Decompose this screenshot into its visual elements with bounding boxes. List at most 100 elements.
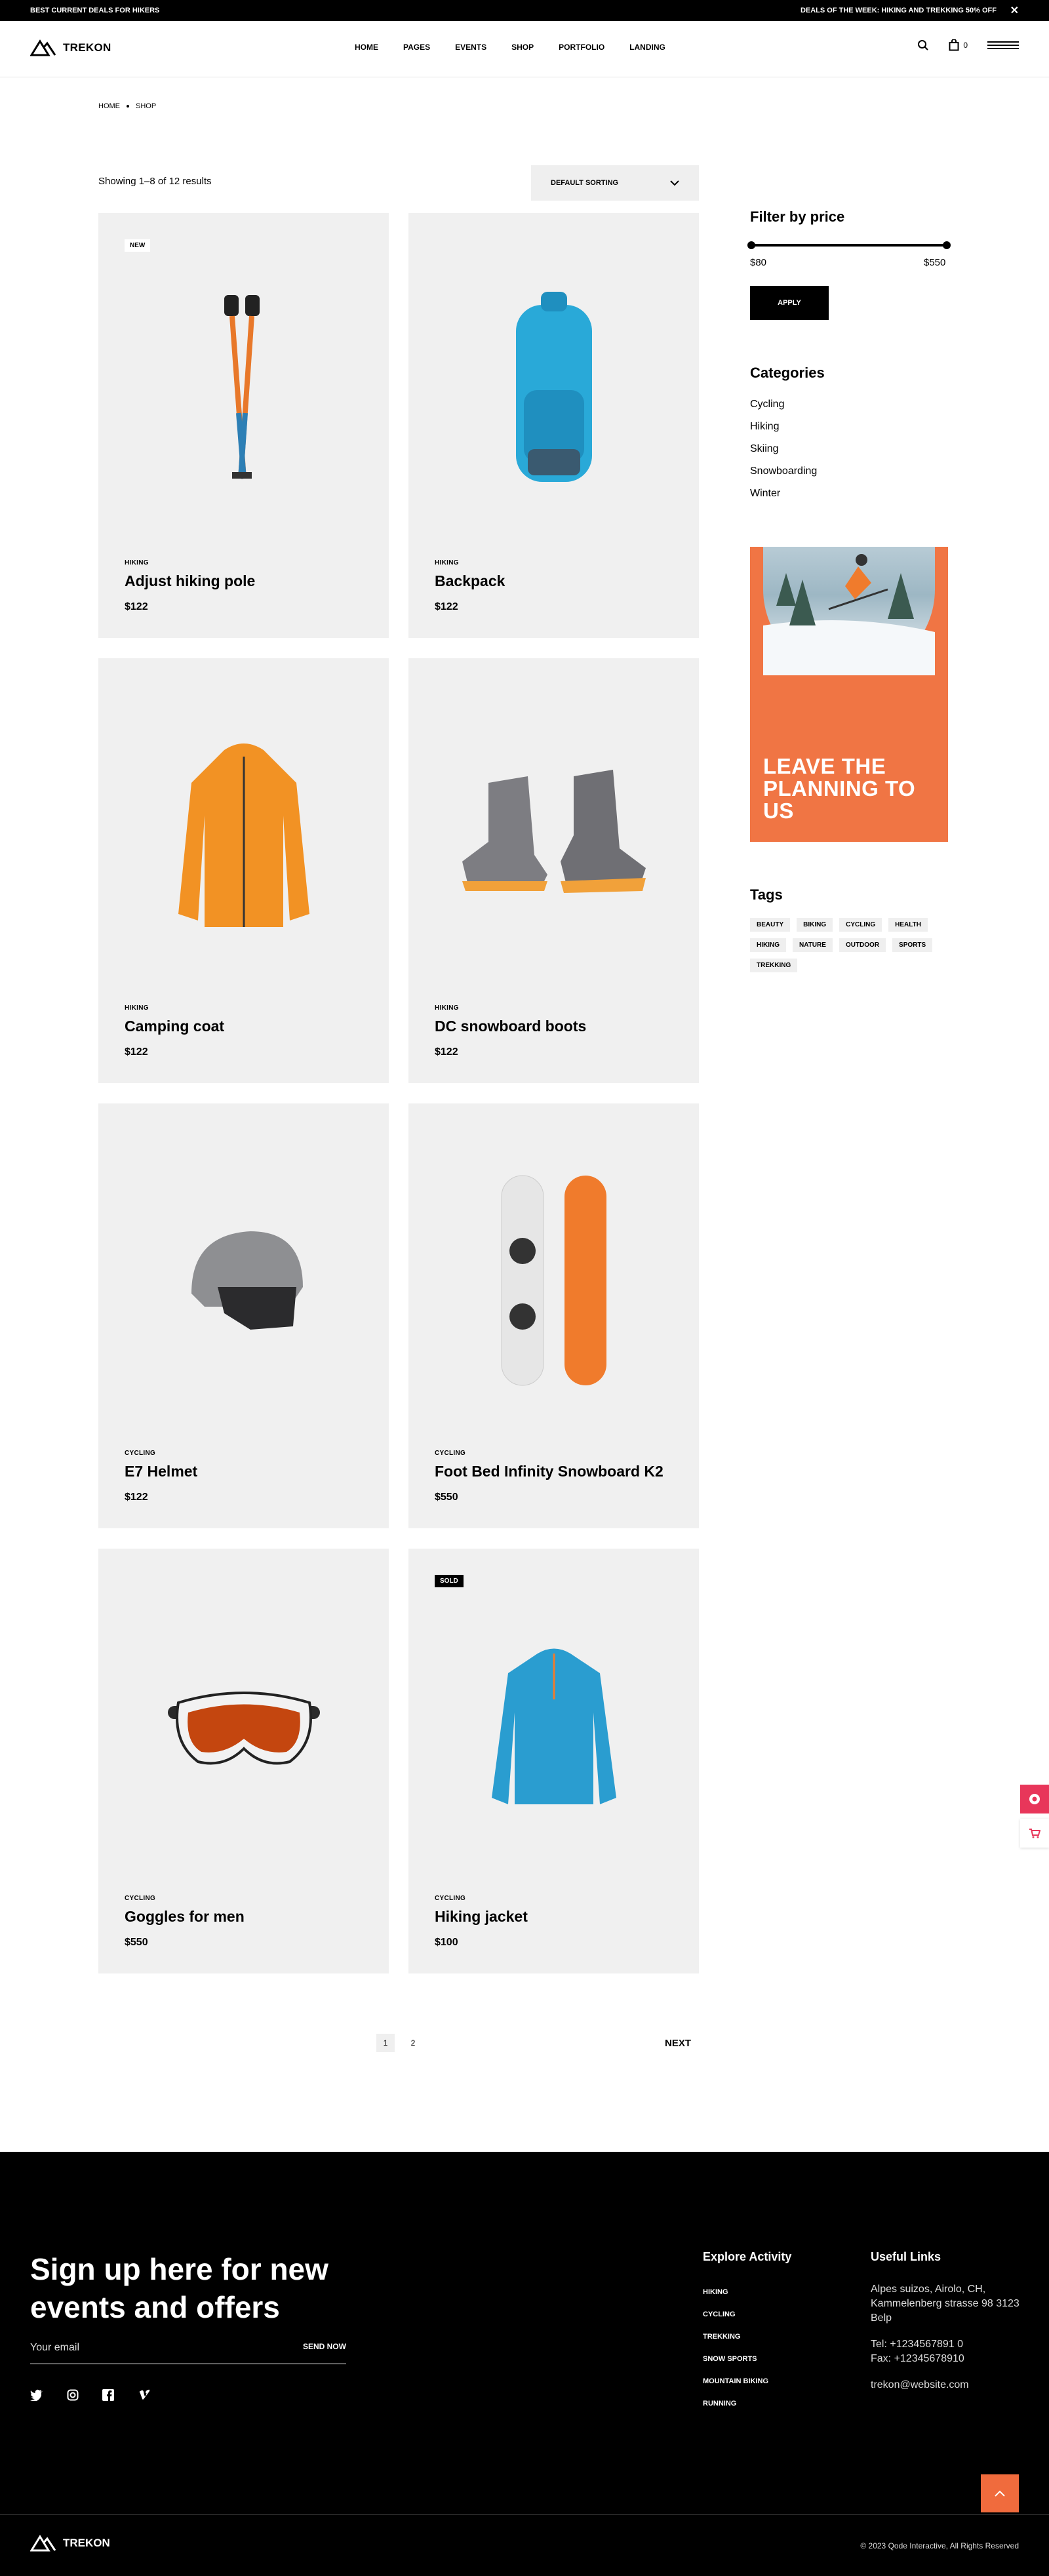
product-card[interactable]: CYCLING E7 Helmet $122 (98, 1103, 389, 1528)
useful-title: Useful Links (871, 2250, 941, 2263)
category-snowboarding[interactable]: Snowboarding (750, 460, 817, 483)
tag-sports[interactable]: SPORTS (892, 938, 933, 952)
product-image[interactable] (125, 684, 363, 986)
nav-pages[interactable]: PAGES (403, 43, 430, 52)
price-max: $550 (924, 257, 946, 268)
result-count: Showing 1–8 of 12 results (98, 176, 212, 187)
send-button[interactable]: SEND NOW (303, 2342, 346, 2351)
product-card[interactable]: HIKING DC snowboard boots $122 (408, 658, 699, 1083)
product-card[interactable]: CYCLING Goggles for men $550 (98, 1549, 389, 1973)
chevron-up-icon (995, 2490, 1005, 2497)
explore-trekking[interactable]: TREKKING (703, 2326, 791, 2348)
announcement-right[interactable]: DEALS OF THE WEEK: HIKING AND TREKKING 5… (801, 7, 997, 14)
nav-events[interactable]: EVENTS (455, 43, 486, 52)
scroll-to-top-button[interactable] (981, 2474, 1019, 2512)
product-card[interactable]: SOLD CYCLING Hiking jacket $100 (408, 1549, 699, 1973)
nav-home[interactable]: HOME (355, 43, 378, 52)
product-name[interactable]: Backpack (435, 572, 505, 590)
tag-cloud: BEAUTY BIKING CYCLING HEALTH HIKING NATU… (750, 918, 953, 972)
explore-title: Explore Activity (703, 2250, 792, 2263)
tag-trekking[interactable]: TREKKING (750, 959, 798, 972)
menu-icon[interactable] (987, 41, 1019, 49)
category-winter[interactable]: Winter (750, 483, 817, 505)
product-card[interactable]: CYCLING Foot Bed Infinity Snowboard K2 $… (408, 1103, 699, 1528)
product-image[interactable] (435, 239, 673, 541)
promo-banner[interactable]: LEAVE THE PLANNING TO US (750, 547, 948, 842)
product-card[interactable]: HIKING Backpack $122 (408, 213, 699, 638)
header-actions: 0 (917, 39, 1019, 51)
product-category[interactable]: CYCLING (435, 1450, 465, 1457)
product-name[interactable]: Adjust hiking pole (125, 572, 255, 590)
sort-label: DEFAULT SORTING (551, 179, 619, 187)
product-image[interactable] (435, 684, 673, 986)
categories-title: Categories (750, 365, 825, 381)
breadcrumb-separator (127, 105, 129, 108)
next-page-button[interactable]: NEXT (665, 2038, 691, 2049)
product-category[interactable]: CYCLING (125, 1450, 155, 1457)
cart-button[interactable]: 0 (949, 39, 968, 51)
tag-biking[interactable]: BIKING (797, 918, 833, 932)
tag-outdoor[interactable]: OUTDOOR (839, 938, 886, 952)
twitter-icon[interactable] (30, 2389, 43, 2401)
email-field[interactable]: Your email SEND NOW (30, 2342, 346, 2364)
product-category[interactable]: HIKING (435, 559, 459, 566)
category-cycling[interactable]: Cycling (750, 393, 817, 416)
useful-links-column: Useful Links Alpes suizos, Airolo, CH, K… (871, 2250, 1028, 2392)
product-card[interactable]: NEW HIKING Adjust hiking pole $122 (98, 213, 389, 638)
cart-float-icon[interactable] (1020, 1819, 1049, 1848)
product-category[interactable]: HIKING (125, 559, 149, 566)
product-image[interactable] (125, 239, 363, 541)
tag-beauty[interactable]: BEAUTY (750, 918, 791, 932)
product-category[interactable]: CYCLING (125, 1895, 155, 1902)
sort-select[interactable]: DEFAULT SORTING (531, 165, 699, 201)
top-announcement-bar: BEST CURRENT DEALS FOR HIKERS DEALS OF T… (0, 0, 1049, 21)
facebook-icon[interactable] (102, 2389, 114, 2401)
nav-portfolio[interactable]: PORTFOLIO (559, 43, 604, 52)
explore-snow-sports[interactable]: SNOW SPORTS (703, 2348, 791, 2370)
product-name[interactable]: Hiking jacket (435, 1908, 528, 1926)
product-name[interactable]: DC snowboard boots (435, 1018, 586, 1035)
goggles-icon (167, 1692, 320, 1765)
logo[interactable]: TREKON (30, 39, 111, 56)
breadcrumb-home[interactable]: HOME (98, 102, 120, 110)
price-filter-title: Filter by price (750, 208, 845, 225)
explore-hiking[interactable]: HIKING (703, 2281, 791, 2303)
page-2-button[interactable]: 2 (404, 2034, 422, 2052)
vimeo-icon[interactable] (138, 2389, 151, 2401)
product-name[interactable]: Camping coat (125, 1018, 224, 1035)
product-image[interactable] (125, 1130, 363, 1431)
explore-running[interactable]: RUNNING (703, 2392, 791, 2415)
explore-mountain-biking[interactable]: MOUNTAIN BIKING (703, 2370, 791, 2392)
product-image[interactable] (435, 1130, 673, 1431)
mountain-logo-icon (30, 2535, 56, 2552)
product-name[interactable]: Goggles for men (125, 1908, 245, 1926)
category-skiing[interactable]: Skiing (750, 438, 817, 460)
tag-cycling[interactable]: CYCLING (839, 918, 882, 932)
help-icon[interactable] (1020, 1785, 1049, 1813)
explore-cycling[interactable]: CYCLING (703, 2303, 791, 2326)
shopping-bag-icon (949, 39, 959, 51)
search-icon[interactable] (917, 39, 929, 51)
page-1-button[interactable]: 1 (376, 2034, 395, 2052)
product-category[interactable]: CYCLING (435, 1895, 465, 1902)
nav-landing[interactable]: LANDING (629, 43, 665, 52)
instagram-icon[interactable] (67, 2389, 79, 2401)
product-card[interactable]: HIKING Camping coat $122 (98, 658, 389, 1083)
tag-nature[interactable]: NATURE (793, 938, 833, 952)
nav-shop[interactable]: SHOP (511, 43, 534, 52)
email-link[interactable]: trekon@website.com (871, 2378, 1028, 2392)
close-icon[interactable]: ✕ (1010, 4, 1019, 17)
product-name[interactable]: E7 Helmet (125, 1463, 197, 1480)
category-hiking[interactable]: Hiking (750, 416, 817, 438)
product-category[interactable]: HIKING (435, 1004, 459, 1012)
product-category[interactable]: HIKING (125, 1004, 149, 1012)
tag-hiking[interactable]: HIKING (750, 938, 786, 952)
apply-button[interactable]: APPLY (750, 286, 829, 320)
tag-health[interactable]: HEALTH (888, 918, 928, 932)
telephone[interactable]: Tel: +1234567891 0 (871, 2337, 1028, 2352)
footer-logo[interactable]: TREKON (30, 2535, 110, 2552)
product-image[interactable] (435, 1575, 673, 1876)
price-range-slider[interactable] (747, 241, 951, 249)
product-image[interactable] (125, 1575, 363, 1876)
product-name[interactable]: Foot Bed Infinity Snowboard K2 (435, 1463, 663, 1480)
